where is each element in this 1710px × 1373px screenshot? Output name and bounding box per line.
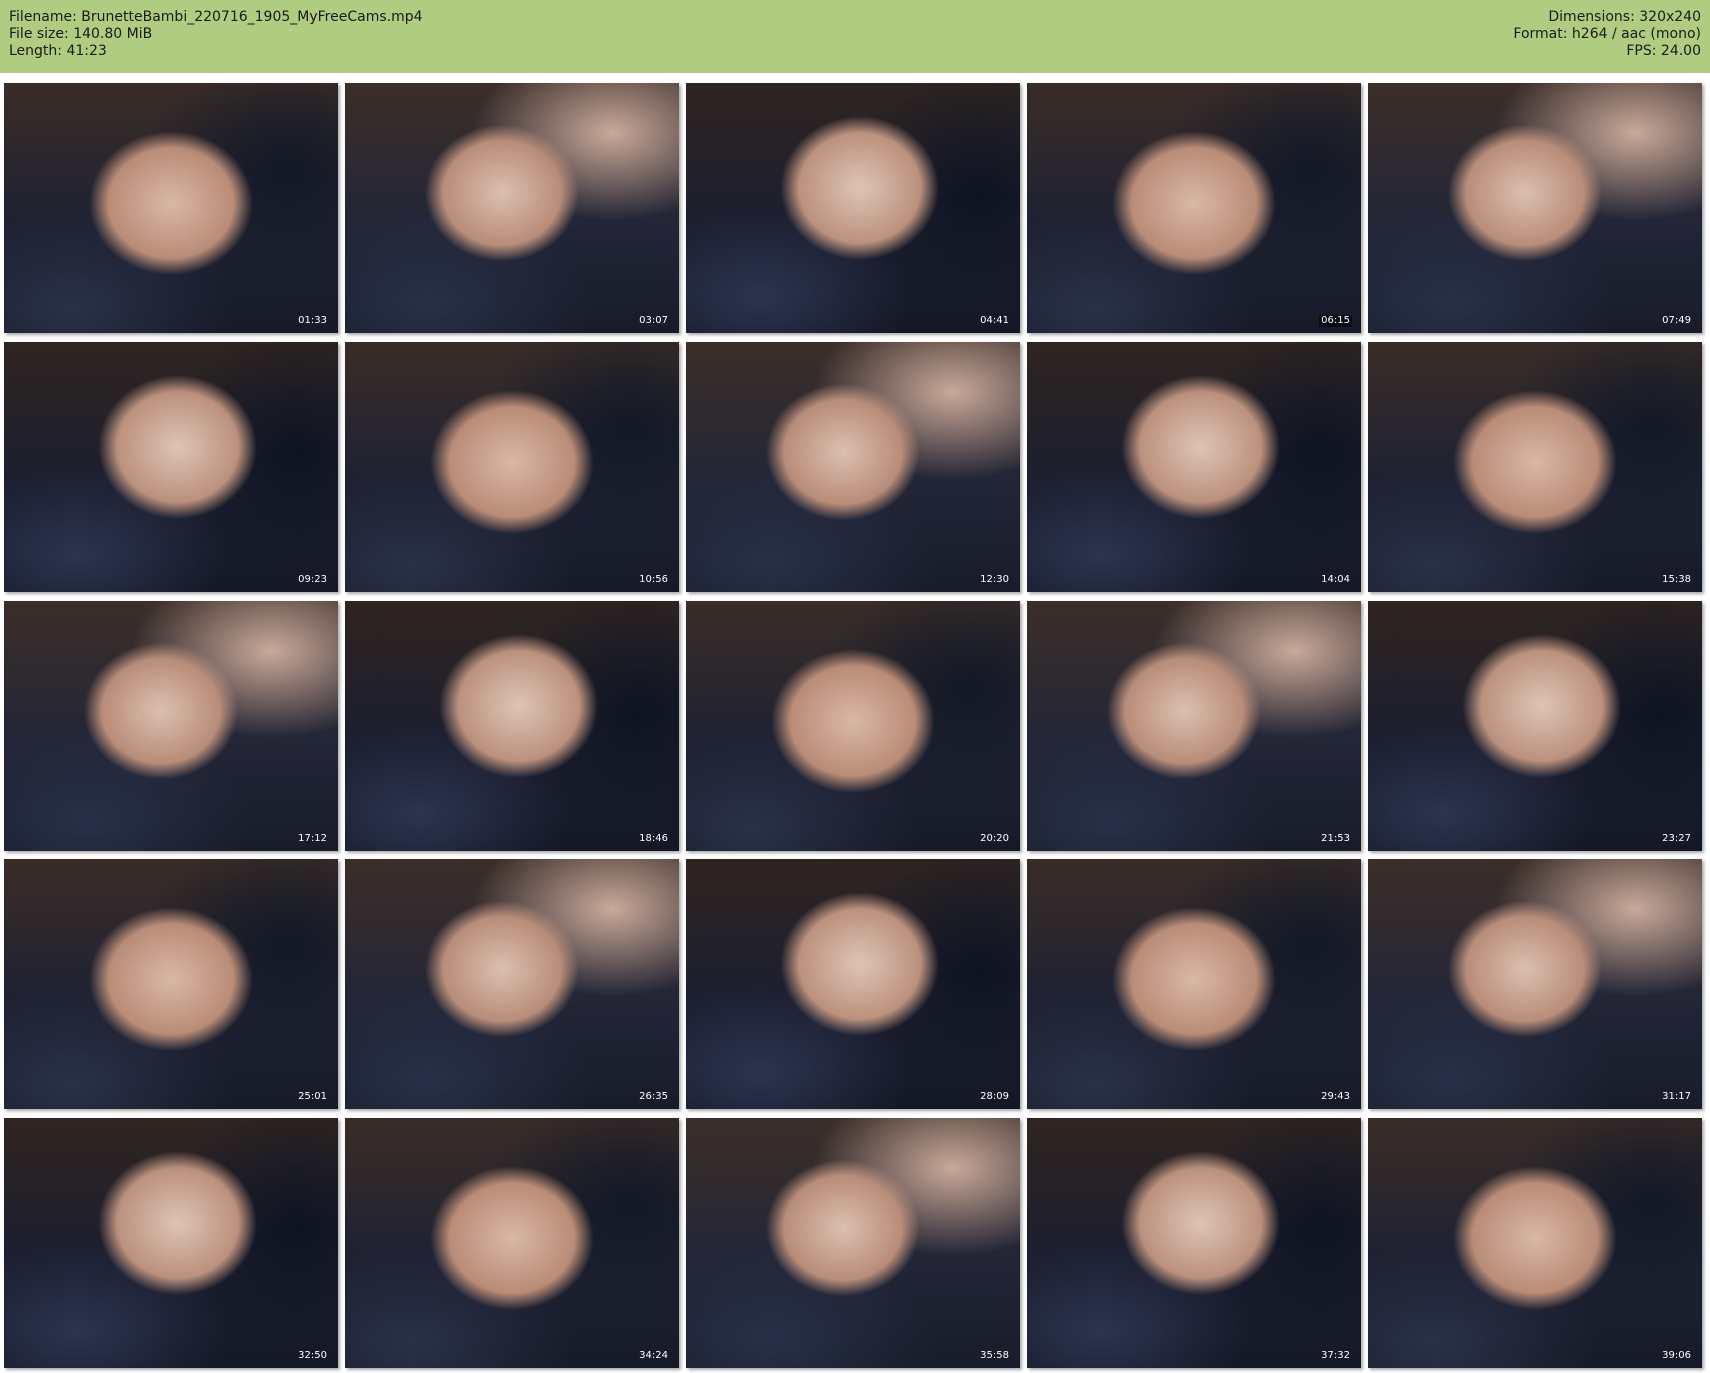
frame-image [686, 83, 1020, 333]
thumbnail: 20:20 [686, 600, 1020, 851]
thumbnail: 17:12 [4, 600, 338, 851]
stream-info: Dimensions: 320x240 Format: h264 / aac (… [1513, 9, 1701, 60]
thumbnail: 03:07 [345, 83, 679, 333]
thumbnail: 32:50 [4, 1118, 338, 1368]
format-label: Format: h264 / aac (mono) [1513, 26, 1701, 42]
timestamp-label: 15:38 [1662, 573, 1691, 585]
timestamp-label: 39:06 [1662, 1350, 1691, 1361]
thumbnail: 10:56 [345, 341, 679, 592]
frame-image [4, 341, 338, 592]
frame-image [1027, 600, 1361, 851]
thumbnail: 39:06 [1368, 1118, 1702, 1368]
thumbnail: 12:30 [686, 341, 1020, 592]
frame-image [345, 600, 679, 851]
timestamp-label: 32:50 [298, 1350, 327, 1361]
timestamp-label: 35:58 [980, 1350, 1009, 1361]
thumbnail: 26:35 [345, 859, 679, 1110]
frame-image [686, 1118, 1020, 1368]
frame-image [1368, 83, 1702, 333]
frame-image [1368, 859, 1702, 1110]
frame-image [1027, 83, 1361, 333]
thumbnail: 25:01 [4, 859, 338, 1110]
timestamp-label: 26:35 [639, 1091, 668, 1103]
file-info: Filename: BrunetteBambi_220716_1905_MyFr… [9, 9, 423, 60]
frame-image [1027, 859, 1361, 1110]
thumbnail: 06:15 [1027, 83, 1361, 333]
timestamp-label: 21:53 [1321, 832, 1350, 844]
thumbnail: 23:27 [1368, 600, 1702, 851]
timestamp-label: 17:12 [298, 832, 327, 844]
thumbnail: 35:58 [686, 1118, 1020, 1368]
frame-image [4, 600, 338, 851]
frame-image [4, 1118, 338, 1368]
frame-image [345, 83, 679, 333]
frame-image [345, 859, 679, 1110]
timestamp-label: 34:24 [639, 1350, 668, 1361]
timestamp-label: 29:43 [1321, 1091, 1350, 1103]
timestamp-label: 03:07 [639, 315, 668, 326]
timestamp-label: 25:01 [298, 1091, 327, 1103]
frame-image [345, 341, 679, 592]
timestamp-label: 07:49 [1662, 315, 1691, 326]
thumbnail: 21:53 [1027, 600, 1361, 851]
thumbnail: 29:43 [1027, 859, 1361, 1110]
frame-image [4, 859, 338, 1110]
thumbnail: 07:49 [1368, 83, 1702, 333]
dimensions-label: Dimensions: 320x240 [1548, 9, 1701, 25]
timestamp-label: 18:46 [639, 832, 668, 844]
timestamp-label: 14:04 [1321, 573, 1350, 585]
timestamp-label: 04:41 [980, 315, 1009, 326]
thumbnail: 18:46 [345, 600, 679, 851]
timestamp-label: 01:33 [298, 315, 327, 326]
length-label: Length: 41:23 [9, 43, 107, 59]
thumbnail: 15:38 [1368, 341, 1702, 592]
timestamp-label: 31:17 [1662, 1091, 1691, 1103]
thumbnail: 14:04 [1027, 341, 1361, 592]
file-size-label: File size: 140.80 MiB [9, 26, 153, 42]
frame-image [1027, 1118, 1361, 1368]
timestamp-label: 06:15 [1319, 315, 1352, 327]
thumbnail: 01:33 [4, 83, 338, 333]
thumbnail: 37:32 [1027, 1118, 1361, 1368]
timestamp-label: 28:09 [980, 1091, 1009, 1103]
frame-image [4, 83, 338, 333]
thumbnail: 34:24 [345, 1118, 679, 1368]
thumbnail: 09:23 [4, 341, 338, 592]
timestamp-label: 37:32 [1321, 1350, 1350, 1361]
thumbnail: 31:17 [1368, 859, 1702, 1110]
timestamp-label: 10:56 [639, 573, 668, 585]
frame-image [1368, 600, 1702, 851]
frame-image [1027, 341, 1361, 592]
thumbnail: 28:09 [686, 859, 1020, 1110]
timestamp-label: 20:20 [980, 832, 1009, 844]
frame-image [686, 600, 1020, 851]
info-header: Filename: BrunetteBambi_220716_1905_MyFr… [0, 0, 1710, 73]
thumbnail: 04:41 [686, 83, 1020, 333]
frame-image [686, 859, 1020, 1110]
frame-image [686, 341, 1020, 592]
timestamp-label: 23:27 [1662, 832, 1691, 844]
frame-image [345, 1118, 679, 1368]
frame-image [1368, 1118, 1702, 1368]
filename-label: Filename: BrunetteBambi_220716_1905_MyFr… [9, 9, 423, 25]
frame-image [1368, 341, 1702, 592]
thumbnail-grid: 01:33 03:07 04:41 06:15 07:49 09:23 10:5… [4, 83, 1706, 1368]
fps-label: FPS: 24.00 [1626, 43, 1701, 59]
timestamp-label: 12:30 [980, 573, 1009, 585]
timestamp-label: 09:23 [298, 573, 327, 585]
